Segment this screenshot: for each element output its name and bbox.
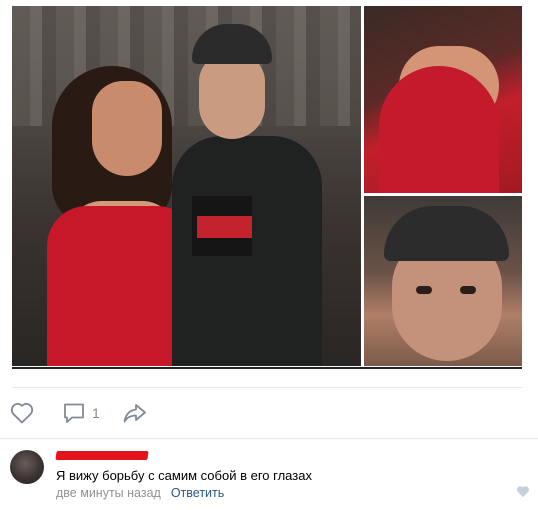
- comment-icon: [62, 402, 86, 424]
- main-photo[interactable]: [12, 6, 361, 366]
- zoom-cap: [384, 206, 509, 261]
- avatar[interactable]: [10, 450, 44, 484]
- zoom-right-eye: [460, 286, 476, 294]
- zoom-photo-top[interactable]: [364, 6, 522, 193]
- comment-button[interactable]: 1: [62, 402, 100, 424]
- zoom-left-eye: [416, 286, 432, 294]
- share-button[interactable]: [122, 402, 154, 424]
- photo-collage[interactable]: [12, 6, 522, 366]
- post-actions: 1: [10, 398, 176, 428]
- comment-time[interactable]: две минуты назад: [56, 486, 161, 500]
- comments-divider: [0, 438, 538, 439]
- comment-like-icon[interactable]: [516, 485, 530, 503]
- man-face: [199, 54, 265, 139]
- image-bottom-rule: [12, 367, 522, 369]
- shirt-logo: [197, 216, 252, 238]
- comment-text: Я вижу борьбу с самим собой в его глазах: [56, 468, 312, 483]
- comment-meta: две минуты назад Ответить: [56, 486, 224, 500]
- like-button[interactable]: [10, 402, 40, 424]
- share-icon: [122, 402, 148, 424]
- divider: [12, 387, 522, 388]
- heart-icon: [10, 402, 34, 424]
- zoom-red-dress: [379, 66, 499, 193]
- comment-item: Я вижу борьбу с самим собой в его глазах…: [10, 448, 530, 508]
- reply-link[interactable]: Ответить: [171, 486, 224, 500]
- author-name-redacted[interactable]: [55, 451, 149, 460]
- comment-count: 1: [92, 405, 100, 421]
- woman-face: [92, 81, 162, 176]
- zoom-photo-bottom[interactable]: [364, 196, 522, 366]
